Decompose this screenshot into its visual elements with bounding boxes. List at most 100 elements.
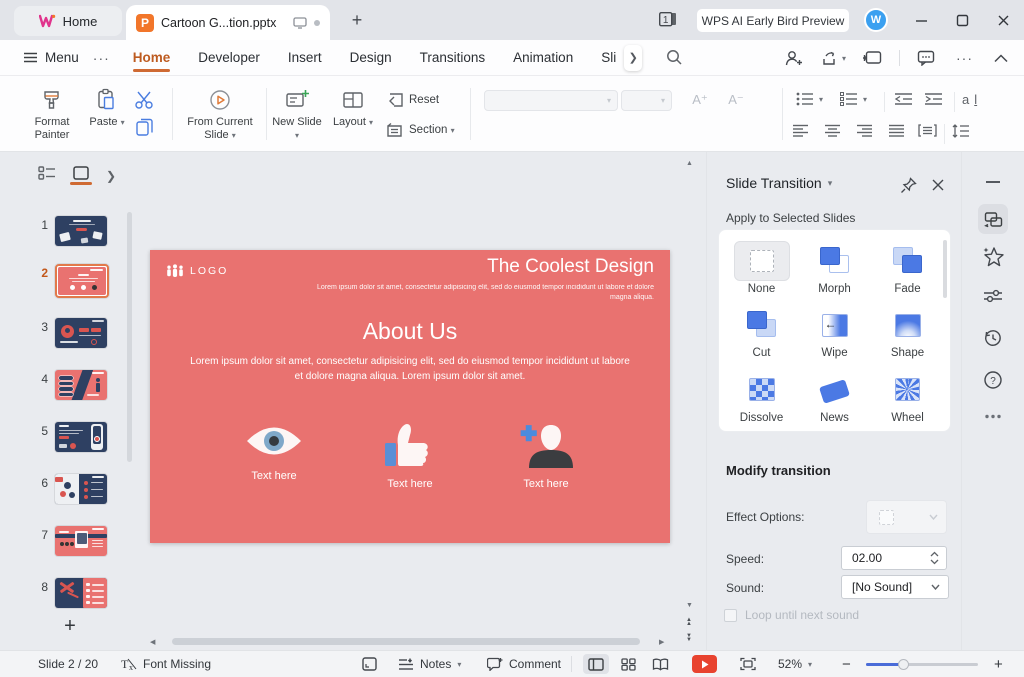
- cut-button[interactable]: [134, 90, 156, 110]
- slide-thumbnail-3[interactable]: 3: [34, 318, 107, 348]
- slide-thumbnail-8[interactable]: 8: [34, 578, 107, 608]
- monitor-icon[interactable]: [293, 17, 307, 29]
- horizontal-scrollbar[interactable]: [172, 638, 640, 645]
- zoom-level[interactable]: 52% ▾: [778, 651, 812, 677]
- fit-slide-button[interactable]: [740, 651, 756, 677]
- new-tab-button[interactable]: +: [346, 9, 368, 31]
- play-slideshow-button[interactable]: [692, 651, 717, 677]
- reset-button[interactable]: Reset: [386, 92, 439, 108]
- decrease-indent-button[interactable]: [894, 92, 913, 106]
- effect-options-dropdown[interactable]: [866, 500, 947, 534]
- tab-design[interactable]: Design: [341, 43, 401, 72]
- align-left-button[interactable]: [792, 124, 809, 137]
- font-missing-status[interactable]: T x Font Missing: [120, 651, 211, 677]
- document-tab[interactable]: P Cartoon G...tion.pptx: [126, 5, 330, 40]
- normal-view-button[interactable]: [583, 654, 609, 674]
- transition-option-shape[interactable]: Shape: [871, 302, 944, 366]
- comment-bubble-icon[interactable]: [917, 50, 935, 66]
- menu-overflow-chevron[interactable]: ❯: [624, 45, 642, 71]
- tab-home[interactable]: Home: [124, 43, 180, 72]
- slide-item-add-person[interactable]: Text here: [513, 422, 579, 490]
- close-button[interactable]: [994, 11, 1012, 29]
- search-icon[interactable]: [666, 49, 683, 66]
- loop-until-next-sound-checkbox[interactable]: Loop until next sound: [724, 608, 859, 622]
- slide-thumbnail-5[interactable]: 5: [34, 422, 107, 452]
- transition-option-news[interactable]: News: [798, 367, 871, 431]
- outline-view-tab[interactable]: [38, 166, 56, 185]
- task-pane-toggle[interactable]: [362, 651, 377, 677]
- increase-indent-button[interactable]: [924, 92, 943, 106]
- pane-title[interactable]: Slide Transition ▾: [726, 175, 832, 191]
- transition-gallery-scrollbar[interactable]: [943, 240, 947, 298]
- scroll-up-arrow[interactable]: ▲: [686, 160, 693, 167]
- main-menu-button[interactable]: Menu: [24, 50, 79, 65]
- transition-option-fade[interactable]: Fade: [871, 238, 944, 302]
- tab-developer[interactable]: Developer: [189, 43, 269, 72]
- more-tools-button[interactable]: ···: [956, 50, 973, 66]
- slide-heading[interactable]: About Us: [150, 318, 670, 345]
- transition-option-wipe[interactable]: ← Wipe: [798, 302, 871, 366]
- previous-slide-button[interactable]: ▲▲: [686, 618, 692, 626]
- slide-panel-scrollbar[interactable]: [127, 212, 132, 462]
- slide-thumbnail-6[interactable]: 6: [34, 474, 107, 504]
- add-slide-button[interactable]: +: [56, 614, 84, 638]
- transition-option-wheel[interactable]: Wheel: [871, 367, 944, 431]
- align-right-button[interactable]: [856, 124, 873, 137]
- transition-option-morph[interactable]: Morph: [798, 238, 871, 302]
- line-spacing-button[interactable]: [952, 124, 970, 138]
- copy-button[interactable]: [134, 116, 156, 138]
- more-panes-button[interactable]: [984, 414, 1002, 419]
- history-button[interactable]: [983, 328, 1003, 348]
- wps-ai-preview-button[interactable]: WPS AI Early Bird Preview: [697, 9, 849, 32]
- text-direction-button[interactable]: al: [962, 92, 977, 107]
- scroll-right-arrow[interactable]: ▶: [659, 639, 664, 646]
- speed-spinner[interactable]: 02.00: [841, 546, 947, 570]
- animation-pane-button[interactable]: [982, 246, 1004, 267]
- font-size-combobox[interactable]: ▾: [621, 90, 672, 111]
- slide-logo[interactable]: LOGO: [166, 264, 228, 277]
- slide-body-text[interactable]: Lorem ipsum dolor sit amet, consectetur …: [190, 354, 630, 384]
- slide-title[interactable]: The Coolest Design: [487, 256, 654, 278]
- speed-spin-arrows[interactable]: [930, 551, 939, 565]
- help-button[interactable]: ?: [983, 370, 1003, 390]
- tab-slideshow-truncated[interactable]: Sli: [592, 43, 618, 72]
- next-slide-button[interactable]: ▼▼: [686, 634, 692, 642]
- format-painter-button[interactable]: Format Painter: [22, 88, 82, 142]
- slide-subtitle[interactable]: Lorem ipsum dolor sit amet, consectetur …: [304, 283, 654, 303]
- collapse-ribbon-icon[interactable]: [994, 54, 1008, 63]
- align-center-button[interactable]: [824, 124, 841, 137]
- reading-view-button[interactable]: [647, 654, 673, 674]
- home-tab[interactable]: Home: [14, 6, 122, 36]
- collapse-sidebar-button[interactable]: [985, 180, 1001, 184]
- justify-button[interactable]: [888, 124, 905, 137]
- transition-option-none[interactable]: None: [725, 238, 798, 302]
- font-name-combobox[interactable]: ▾: [484, 90, 618, 111]
- notes-button[interactable]: Notes ▾: [398, 651, 461, 677]
- share-with-people-icon[interactable]: [785, 50, 804, 67]
- slide-thumbnail-2-selected[interactable]: 2: [34, 264, 109, 298]
- tab-animation[interactable]: Animation: [504, 43, 582, 72]
- transition-option-cut[interactable]: Cut: [725, 302, 798, 366]
- layout-button[interactable]: Layout ▾: [326, 88, 380, 129]
- collapse-panel-chevron[interactable]: ❯: [106, 169, 116, 183]
- slide-canvas[interactable]: LOGO The Coolest Design Lorem ipsum dolo…: [150, 250, 670, 543]
- comment-button[interactable]: Comment: [487, 651, 561, 677]
- zoom-slider[interactable]: [866, 651, 978, 677]
- section-button[interactable]: Section ▾: [386, 122, 455, 138]
- paste-button[interactable]: Paste ▾: [84, 88, 130, 129]
- slide-sorter-view-button[interactable]: [615, 654, 641, 674]
- pin-pane-icon[interactable]: [900, 177, 917, 194]
- decrease-font-button[interactable]: A⁻: [724, 88, 748, 112]
- numbered-list-button[interactable]: ▾: [840, 92, 867, 106]
- new-slide-button[interactable]: New Slide ▾: [272, 88, 322, 142]
- transition-pane-button[interactable]: [978, 204, 1008, 234]
- close-pane-icon[interactable]: [931, 178, 945, 192]
- slide-thumbnail-1[interactable]: 1: [34, 216, 107, 246]
- sound-dropdown[interactable]: [No Sound]: [841, 575, 949, 599]
- transition-option-dissolve[interactable]: Dissolve: [725, 367, 798, 431]
- slide-item-eye[interactable]: Text here: [241, 422, 307, 490]
- zoom-in-button[interactable]: +: [994, 651, 1003, 677]
- distribute-text-button[interactable]: [918, 124, 937, 137]
- menu-more-button[interactable]: ···: [93, 50, 110, 66]
- slide-thumbnails-tab[interactable]: [72, 166, 90, 185]
